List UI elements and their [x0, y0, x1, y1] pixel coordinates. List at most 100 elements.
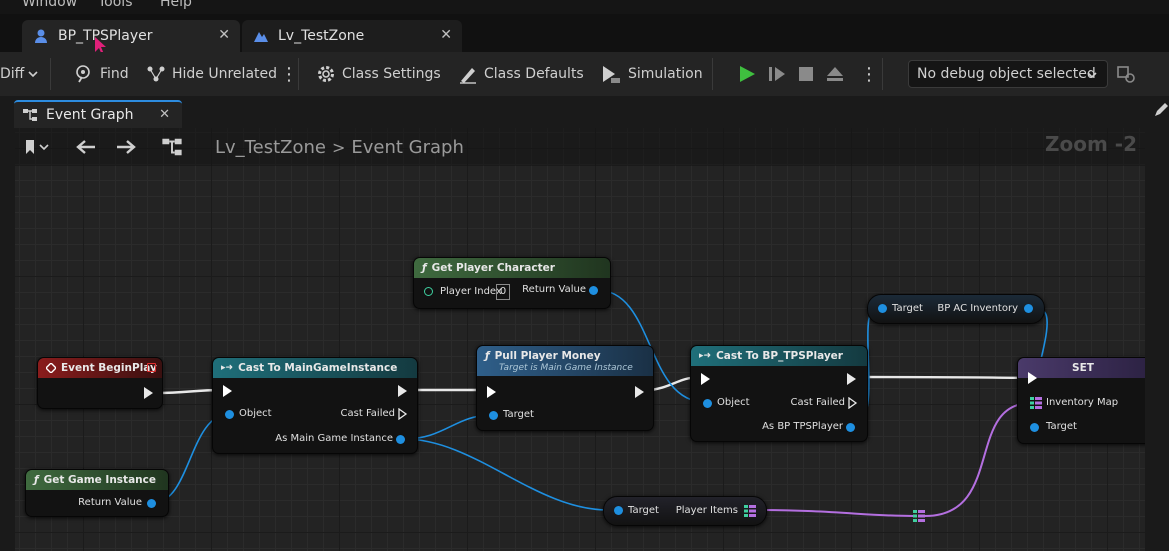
- pin-label-object: Object: [717, 397, 750, 408]
- menu-tools[interactable]: Tools: [98, 0, 133, 10]
- node-cast-to-bp-tpsplayer[interactable]: ▸➜ Cast To BP_TPSPlayer Object Cast Fail…: [690, 345, 868, 442]
- pin-label-target: Target: [1046, 421, 1077, 432]
- node-pull-player-money[interactable]: ƒ Pull Player Money Target is Main Game …: [476, 345, 654, 431]
- class-settings-button[interactable]: Class Settings: [316, 52, 441, 96]
- level-icon: [252, 27, 270, 45]
- close-icon[interactable]: ✕: [440, 27, 452, 43]
- right-panel-edge: [1145, 96, 1169, 551]
- blueprint-actor-icon: [32, 27, 50, 45]
- play-button[interactable]: [737, 52, 763, 96]
- node-subtitle: Target is Main Game Instance: [499, 363, 633, 373]
- return-value-pin[interactable]: [147, 499, 156, 508]
- pin-label-return-value: Return Value: [522, 284, 586, 295]
- exec-out-pin[interactable]: [398, 385, 407, 397]
- target-pin[interactable]: [489, 411, 498, 420]
- player-index-pin[interactable]: [424, 287, 433, 296]
- as-main-game-instance-pin[interactable]: [396, 435, 405, 444]
- menu-help[interactable]: Help: [160, 0, 192, 10]
- map-pin-icon[interactable]: [1030, 397, 1042, 409]
- hide-unrelated-button[interactable]: Hide Unrelated: [146, 52, 277, 96]
- back-button[interactable]: [75, 128, 97, 166]
- node-event-beginplay[interactable]: Event BeginPlay: [37, 357, 163, 409]
- diff-label: Diff: [0, 66, 25, 82]
- node-get-player-items[interactable]: Target Player Items: [603, 496, 767, 526]
- exec-out-pin[interactable]: [847, 373, 856, 385]
- exec-out-pin[interactable]: [144, 387, 153, 399]
- doc-tab-lv-testzone[interactable]: Lv_TestZone ✕: [242, 20, 462, 52]
- find-label: Find: [100, 66, 129, 82]
- more-options-icon[interactable]: ⋮: [860, 52, 878, 96]
- frame-advance-icon: [769, 67, 785, 81]
- object-pin[interactable]: [225, 410, 234, 419]
- simulation-icon: [603, 66, 620, 83]
- doc-tab-label: Lv_TestZone: [278, 28, 365, 44]
- menu-bar: Window Tools Help: [0, 0, 1169, 14]
- exec-in-pin[interactable]: [1028, 372, 1037, 384]
- node-header: ▸➜ Cast To BP_TPSPlayer: [691, 346, 867, 366]
- node-get-game-instance[interactable]: ƒ Get Game Instance Return Value: [25, 469, 169, 517]
- more-options-icon[interactable]: ⋮: [280, 52, 298, 96]
- simulation-button[interactable]: Simulation: [600, 52, 703, 96]
- chevron-down-icon: [28, 71, 38, 78]
- class-defaults-label: Class Defaults: [484, 66, 584, 82]
- debug-filter-button[interactable]: [1116, 52, 1142, 96]
- menu-window[interactable]: Window: [22, 0, 77, 10]
- return-value-pin[interactable]: [589, 286, 598, 295]
- function-icon: ƒ: [34, 474, 39, 486]
- node-header: SET: [1018, 358, 1145, 378]
- pin-label-inventory-map: Inventory Map: [1046, 397, 1119, 408]
- node-get-bp-ac-inventory[interactable]: Target BP AC Inventory: [867, 294, 1045, 324]
- node-header: ▸➜ Cast To MainGameInstance: [213, 358, 417, 378]
- diff-button[interactable]: Diff: [0, 52, 44, 96]
- class-defaults-button[interactable]: Class Defaults: [458, 52, 584, 96]
- forward-button[interactable]: [115, 128, 137, 166]
- stop-button[interactable]: [797, 52, 821, 96]
- pin-label-return-value: Return Value: [78, 497, 142, 508]
- doc-tab-bp-tpsplayer[interactable]: BP_TPSPlayer ✕: [22, 20, 240, 55]
- breadcrumb-root[interactable]: Lv_TestZone: [215, 137, 326, 158]
- node-set-inventory-map[interactable]: SET Inventory Map Target: [1017, 357, 1145, 444]
- tab-event-graph[interactable]: Event Graph ✕: [14, 100, 182, 128]
- node-get-player-character[interactable]: ƒ Get Player Character Player Index 0 Re…: [413, 257, 611, 309]
- pin-label-bp-ac-inventory: BP AC Inventory: [937, 303, 1018, 314]
- function-icon: ƒ: [485, 350, 490, 362]
- player-index-input[interactable]: 0: [496, 284, 510, 300]
- resume-button[interactable]: [767, 52, 793, 96]
- exec-in-pin[interactable]: [701, 373, 710, 385]
- target-pin[interactable]: [614, 506, 623, 515]
- debug-object-select[interactable]: No debug object selected: [908, 60, 1108, 88]
- find-button[interactable]: Find: [74, 52, 129, 96]
- pin-label-as-main-game-instance: As Main Game Instance: [275, 433, 393, 444]
- graph-navigation-bar: Lv_TestZone > Event Graph Zoom -2: [15, 128, 1145, 166]
- as-bp-tpsplayer-pin[interactable]: [846, 423, 855, 432]
- cast-failed-exec-pin[interactable]: [398, 408, 408, 420]
- eject-button[interactable]: [825, 52, 851, 96]
- graph-icon-button[interactable]: [161, 128, 183, 166]
- target-pin[interactable]: [878, 304, 887, 313]
- cast-failed-exec-pin[interactable]: [848, 397, 858, 409]
- close-icon[interactable]: ✕: [159, 107, 170, 122]
- map-pin-icon[interactable]: [744, 505, 756, 517]
- graph-canvas[interactable]: Event BeginPlay ƒ Get Game Instance Retu…: [15, 128, 1145, 551]
- exec-in-pin[interactable]: [223, 385, 232, 397]
- exec-out-pin[interactable]: [635, 386, 644, 398]
- exec-in-pin[interactable]: [487, 386, 496, 398]
- bp-ac-inventory-pin[interactable]: [1024, 304, 1033, 313]
- reroute-node-icon[interactable]: [913, 510, 925, 522]
- arrow-left-icon: [76, 140, 95, 154]
- find-icon: [76, 65, 90, 83]
- object-pin[interactable]: [703, 399, 712, 408]
- graph-tab-strip: Event Graph ✕: [0, 96, 1169, 128]
- hide-unrelated-icon: [147, 66, 165, 82]
- pin-label-player-index: Player Index: [440, 286, 502, 297]
- node-cast-to-maingameinstance[interactable]: ▸➜ Cast To MainGameInstance Object Cast …: [212, 357, 418, 454]
- bookmark-icon: [26, 140, 49, 154]
- arrow-right-icon: [117, 140, 136, 154]
- bookmark-button[interactable]: [23, 128, 51, 166]
- close-icon[interactable]: ✕: [218, 27, 230, 43]
- target-pin[interactable]: [1030, 423, 1039, 432]
- pin-label-player-items: Player Items: [675, 505, 738, 516]
- node-title: Cast To MainGameInstance: [238, 362, 398, 374]
- delegate-pin[interactable]: [147, 363, 156, 372]
- edit-icon[interactable]: [1153, 102, 1169, 118]
